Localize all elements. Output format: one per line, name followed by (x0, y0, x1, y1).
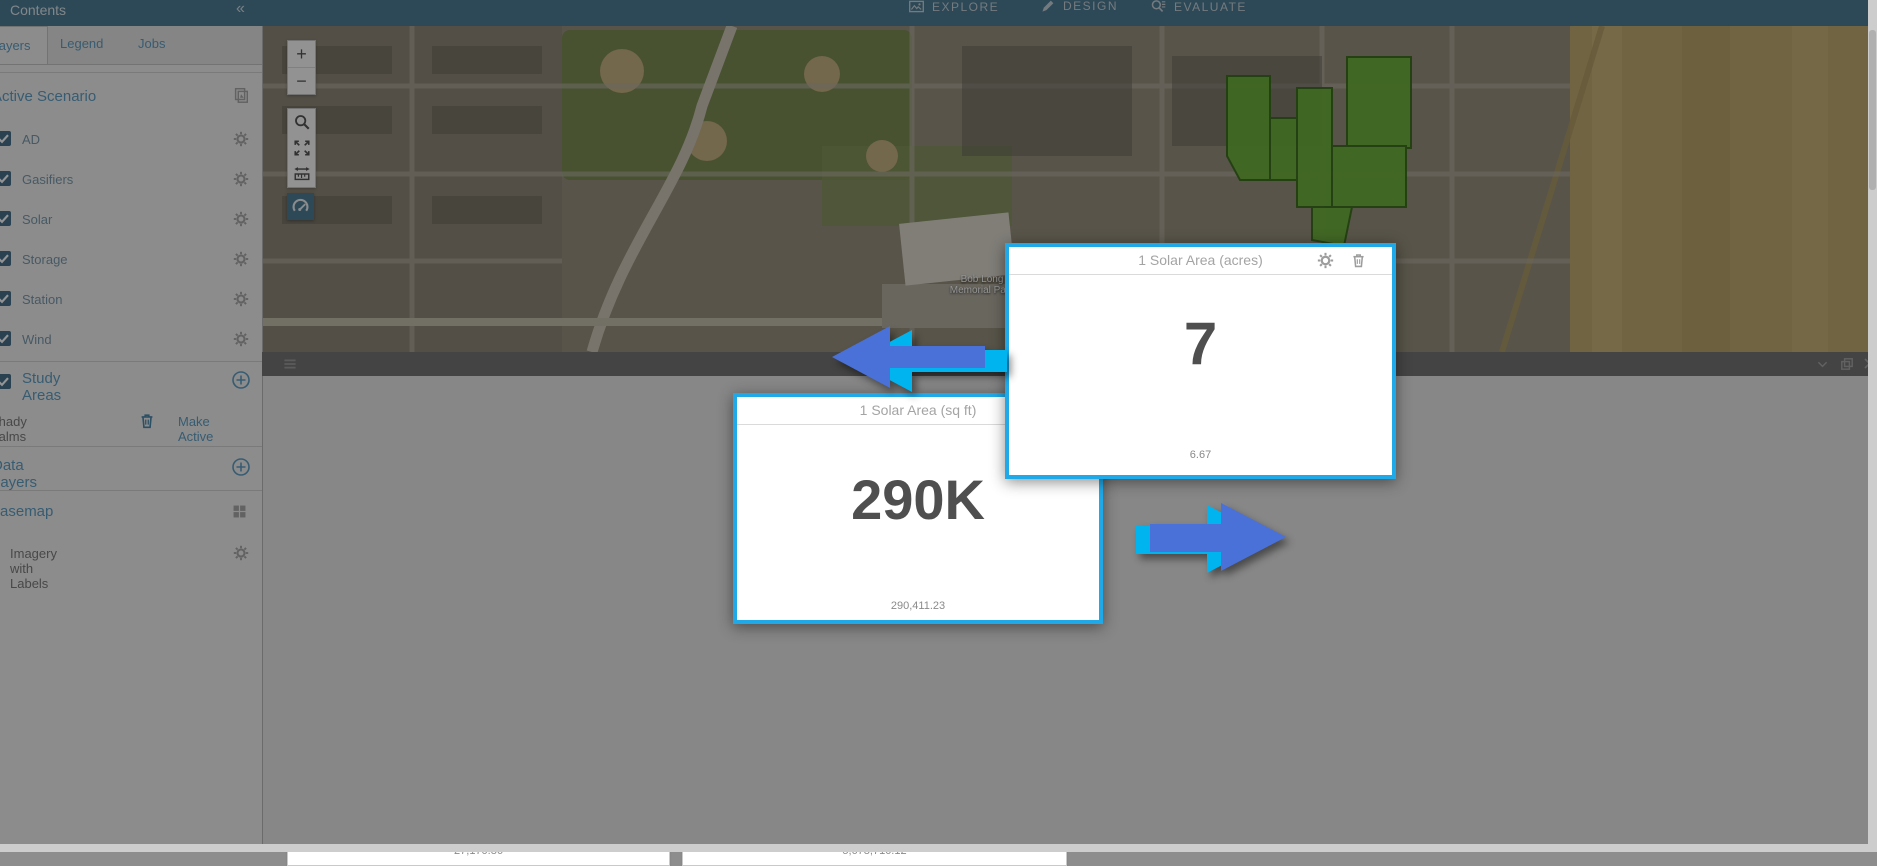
card-big-value: 7 (1009, 309, 1392, 378)
settings-gear-icon[interactable] (1317, 252, 1334, 269)
right-annotation-arrow (1128, 498, 1303, 578)
card-solar-area-acres[interactable]: 1 Solar Area (acres) 7 6.67 (1005, 243, 1396, 479)
card-title: 1 Solar Area (acres) (1009, 247, 1392, 275)
vertical-scrollbar-thumb[interactable] (1869, 30, 1876, 190)
card-detail-value: 6.67 (1009, 449, 1392, 461)
horizontal-scrollbar[interactable] (0, 844, 1877, 852)
card-detail-value: 290,411.23 (737, 600, 1099, 612)
delete-card-icon[interactable] (1350, 252, 1367, 269)
left-annotation-arrow (822, 318, 1022, 400)
